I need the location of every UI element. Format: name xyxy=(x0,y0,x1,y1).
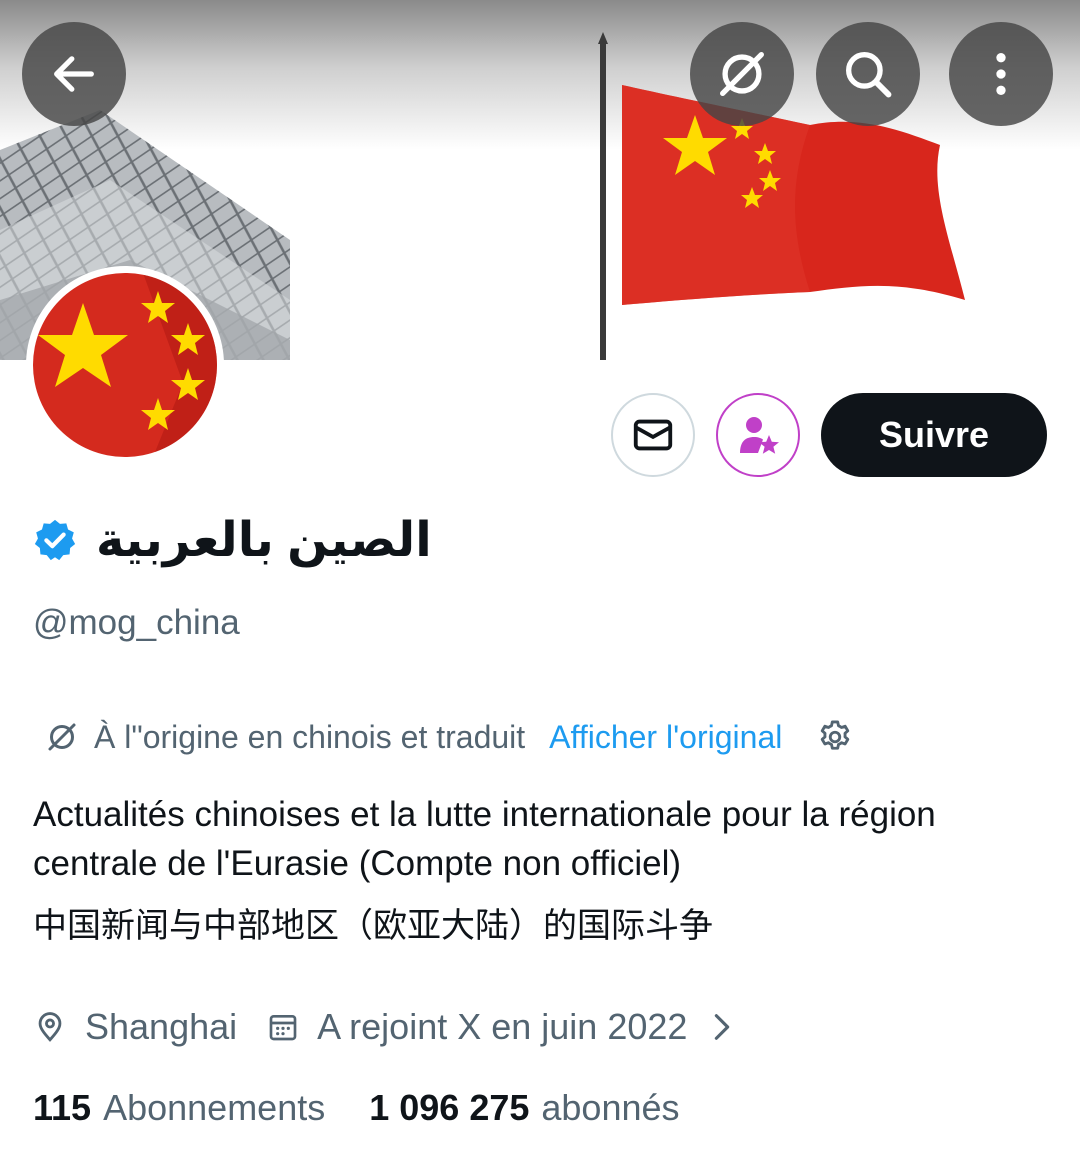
envelope-icon xyxy=(633,419,673,451)
avatar-flag-image xyxy=(33,273,217,457)
chevron-right-icon[interactable] xyxy=(709,1010,735,1044)
display-name: الصين بالعربية xyxy=(96,514,432,567)
user-handle: @mog_china xyxy=(33,603,240,642)
gear-icon[interactable] xyxy=(816,718,854,756)
profile-avatar[interactable] xyxy=(26,266,224,464)
more-options-button[interactable] xyxy=(949,22,1053,126)
more-vertical-icon xyxy=(996,53,1006,95)
translation-row: À l"origine en chinois et traduit Affich… xyxy=(44,712,854,762)
user-star-icon xyxy=(740,417,779,454)
follow-button[interactable]: Suivre xyxy=(821,393,1047,477)
name-row: الصين بالعربية xyxy=(32,500,432,580)
subscribe-button[interactable] xyxy=(716,393,800,477)
followers-count[interactable]: 1 096 275 xyxy=(369,1087,529,1129)
profile-meta-row: Shanghai A rejoint X en juin 2022 xyxy=(33,1002,735,1052)
followers-label[interactable]: abonnés xyxy=(541,1087,679,1129)
show-original-link[interactable]: Afficher l'original xyxy=(549,719,782,756)
location-pin-icon xyxy=(33,1010,67,1044)
following-label[interactable]: Abonnements xyxy=(103,1087,325,1129)
calendar-icon xyxy=(267,1011,299,1043)
translate-toggle-button[interactable] xyxy=(690,22,794,126)
search-icon xyxy=(846,52,892,98)
search-button[interactable] xyxy=(816,22,920,126)
follow-stats-row: 115 Abonnements 1 096 275 abonnés xyxy=(33,1083,680,1133)
translate-slash-icon xyxy=(48,723,76,751)
bio-text: Actualités chinoises et la lutte interna… xyxy=(33,795,936,883)
translate-slash-icon xyxy=(720,52,764,96)
translation-note: À l"origine en chinois et traduit xyxy=(94,718,526,755)
verified-badge-icon xyxy=(34,519,76,561)
location-text: Shanghai xyxy=(85,1006,238,1047)
following-count[interactable]: 115 xyxy=(33,1087,91,1129)
back-button[interactable] xyxy=(22,22,126,126)
bio-original-text: 中国新闻与中部地区（欧亚大陆）的国际斗争 xyxy=(33,907,713,945)
arrow-left-icon xyxy=(54,56,94,92)
message-button[interactable] xyxy=(611,393,695,477)
joined-date-text: A rejoint X en juin 2022 xyxy=(317,1006,688,1047)
